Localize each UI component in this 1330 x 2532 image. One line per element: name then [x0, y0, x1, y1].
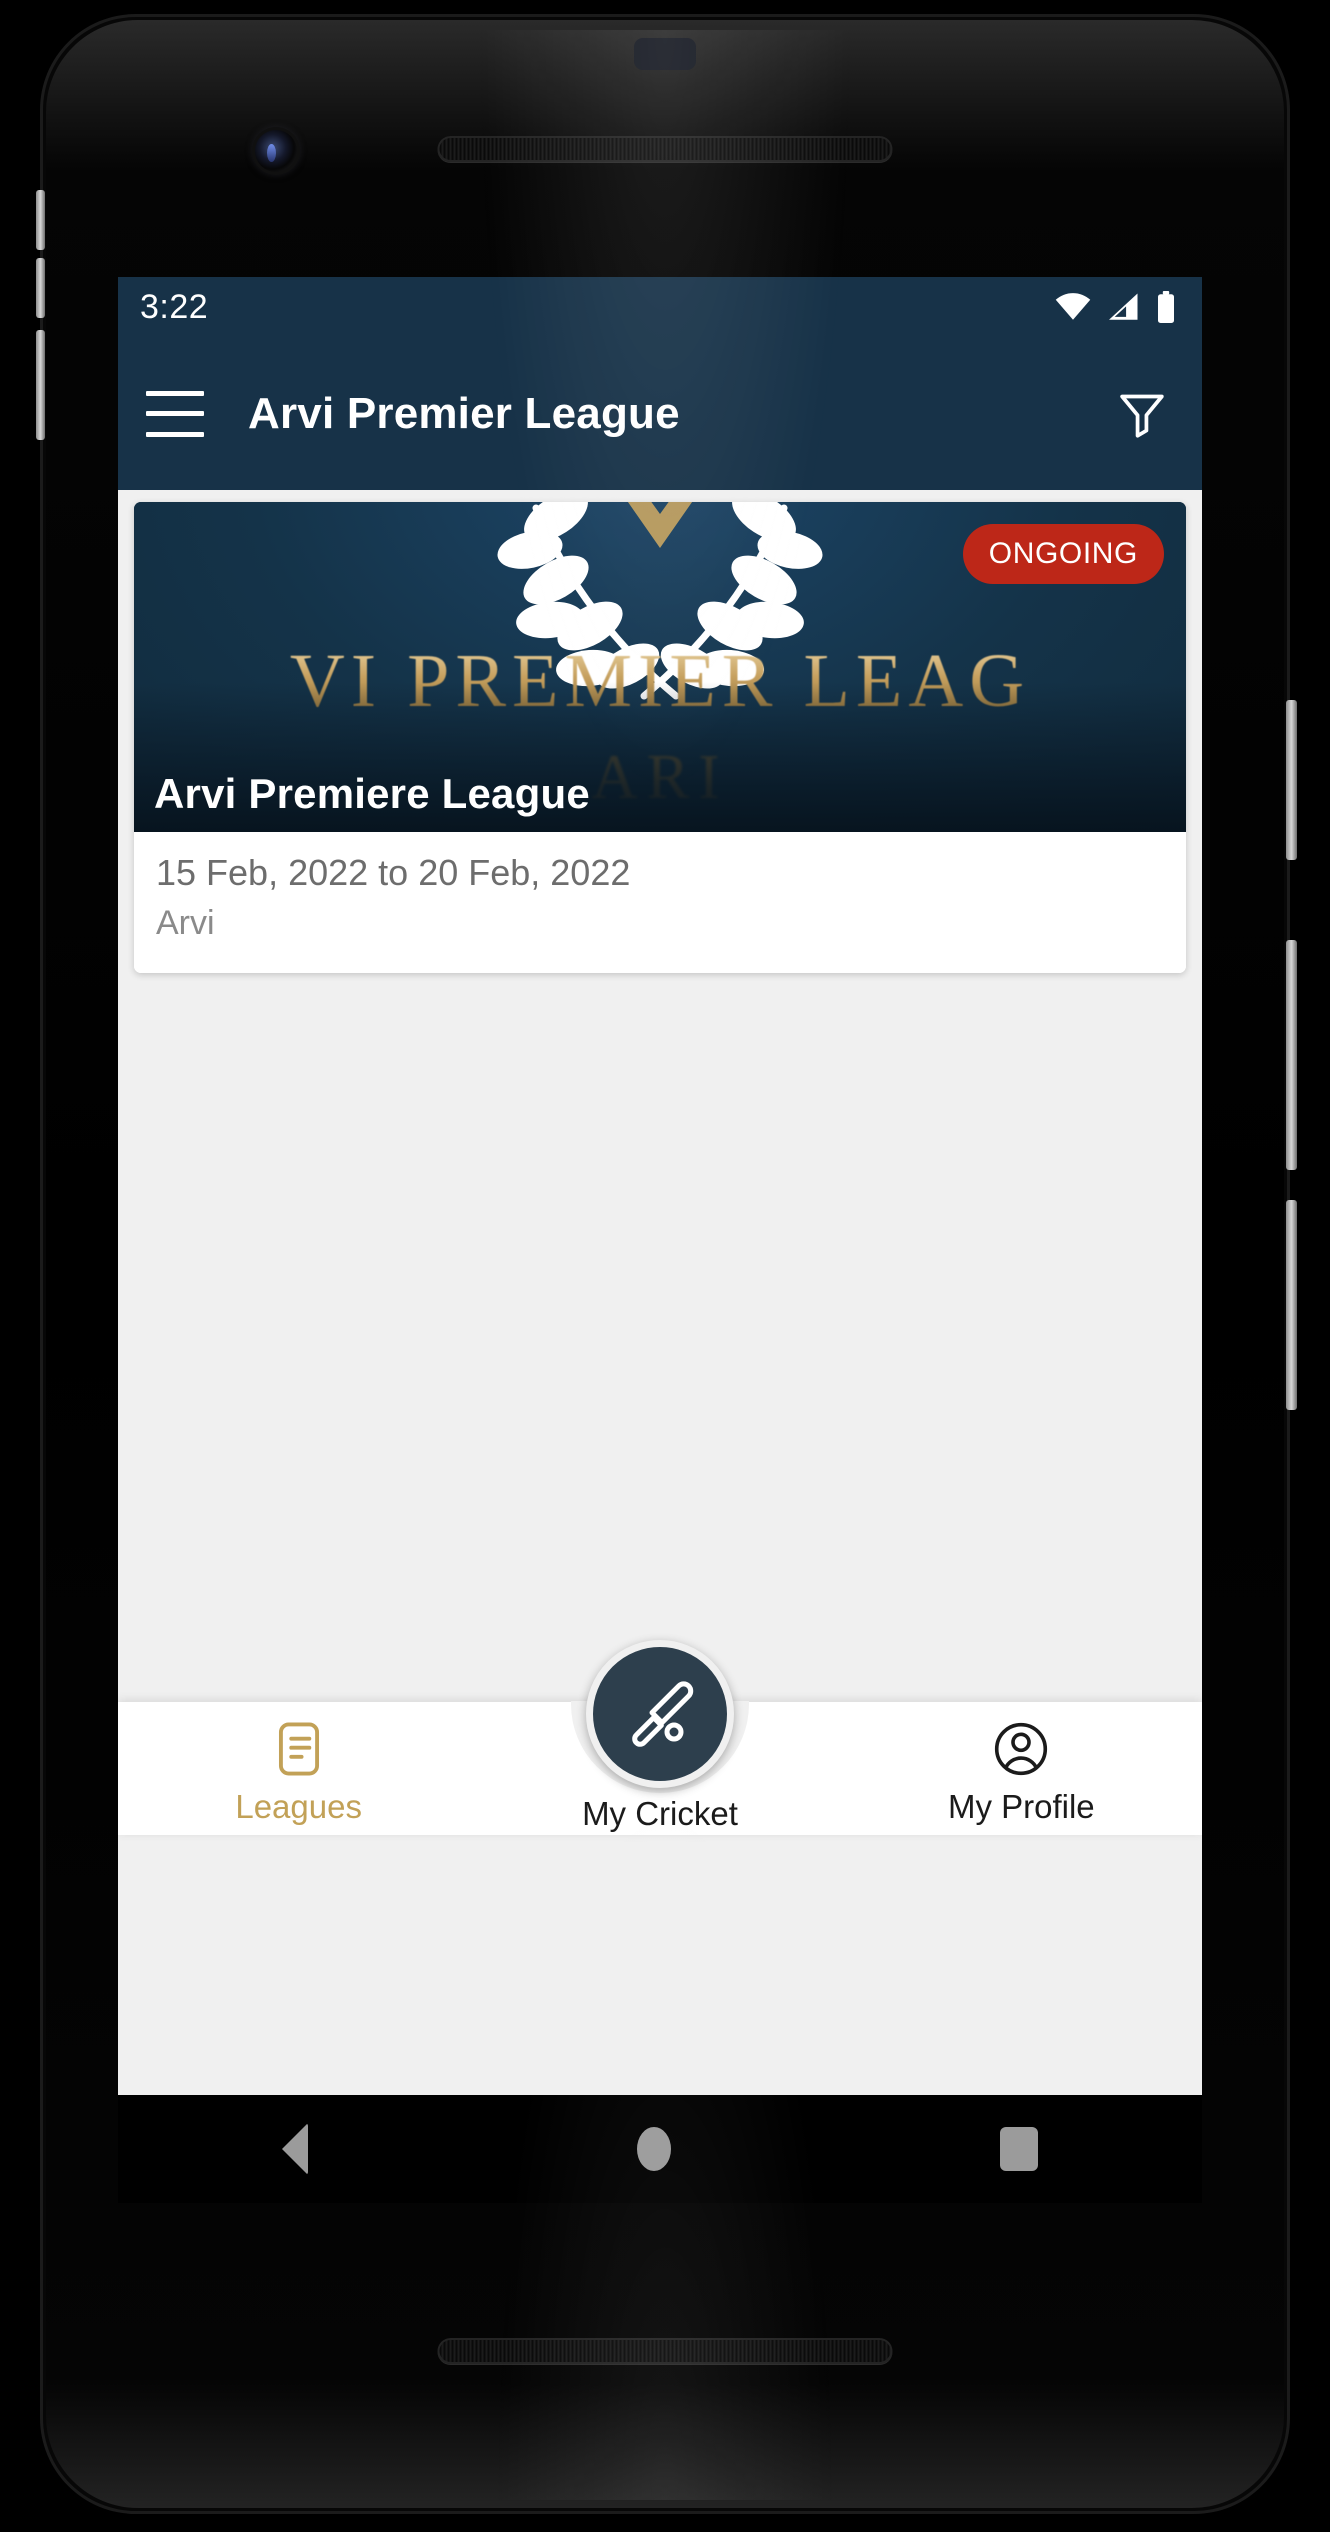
- nav-item-my-cricket[interactable]: My Cricket: [479, 1640, 840, 1833]
- league-title: Arvi Premiere League: [154, 770, 590, 817]
- phone-side-rail: [36, 330, 45, 440]
- nav-item-leagues[interactable]: Leagues: [118, 1702, 479, 1826]
- league-card[interactable]: VI PREMIER LEAG ARI ONGOING Arvi Premier…: [134, 502, 1186, 973]
- earpiece-speaker-grille: [437, 136, 893, 162]
- battery-icon: [1158, 291, 1174, 323]
- phone-screen: 3:22 Arvi Premier League VI PREMIER LEAG…: [118, 277, 1202, 2095]
- league-banner: VI PREMIER LEAG ARI ONGOING Arvi Premier…: [134, 502, 1186, 832]
- league-dates: 15 Feb, 2022 to 20 Feb, 2022: [156, 852, 631, 893]
- cellular-signal-icon: [1109, 293, 1138, 320]
- wifi-icon: [1055, 293, 1091, 320]
- nav-item-my-profile[interactable]: My Profile: [841, 1702, 1202, 1826]
- nav-label-leagues: Leagues: [235, 1788, 362, 1825]
- user-circle-icon: [995, 1722, 1048, 1776]
- page-title: Arvi Premier League: [248, 388, 680, 438]
- status-bar-icons: [1054, 291, 1176, 323]
- proximity-sensor: [634, 38, 696, 70]
- front-camera-icon: [255, 130, 297, 172]
- status-bar: 3:22: [118, 277, 1202, 337]
- status-badge: ONGOING: [962, 524, 1164, 584]
- phone-volume-button: [1286, 940, 1297, 1170]
- home-circle-icon[interactable]: [636, 2127, 671, 2171]
- status-bar-clock: 3:22: [140, 287, 209, 326]
- hamburger-menu-icon[interactable]: [146, 390, 204, 437]
- leagues-list: VI PREMIER LEAG ARI ONGOING Arvi Premier…: [118, 490, 1202, 1835]
- league-list-icon: [278, 1722, 319, 1776]
- app-bar: Arvi Premier League: [118, 337, 1202, 490]
- screenshot-stage: 3:22 Arvi Premier League VI PREMIER LEAG…: [0, 0, 1330, 2532]
- android-navigation-bar: [118, 2095, 1202, 2203]
- cricket-bat-ball-icon: [632, 1681, 694, 1747]
- phone-side-rail: [1286, 1200, 1297, 1410]
- recents-square-icon[interactable]: [999, 2127, 1038, 2171]
- phone-side-rail: [36, 258, 45, 318]
- phone-side-rail: [36, 190, 45, 250]
- league-meta: 15 Feb, 2022 to 20 Feb, 2022 Arvi: [134, 832, 1186, 973]
- back-triangle-icon[interactable]: [282, 2123, 309, 2175]
- my-cricket-fab[interactable]: [585, 1640, 734, 1788]
- phone-power-button: [1286, 700, 1297, 860]
- league-venue: Arvi: [156, 904, 215, 942]
- filter-icon[interactable]: [1110, 382, 1174, 446]
- bottom-navigation-bar: Leagues My Cricket My Profile: [118, 1640, 1202, 1835]
- nav-label-my-profile: My Profile: [947, 1788, 1095, 1825]
- bottom-speaker-grille: [437, 2338, 893, 2364]
